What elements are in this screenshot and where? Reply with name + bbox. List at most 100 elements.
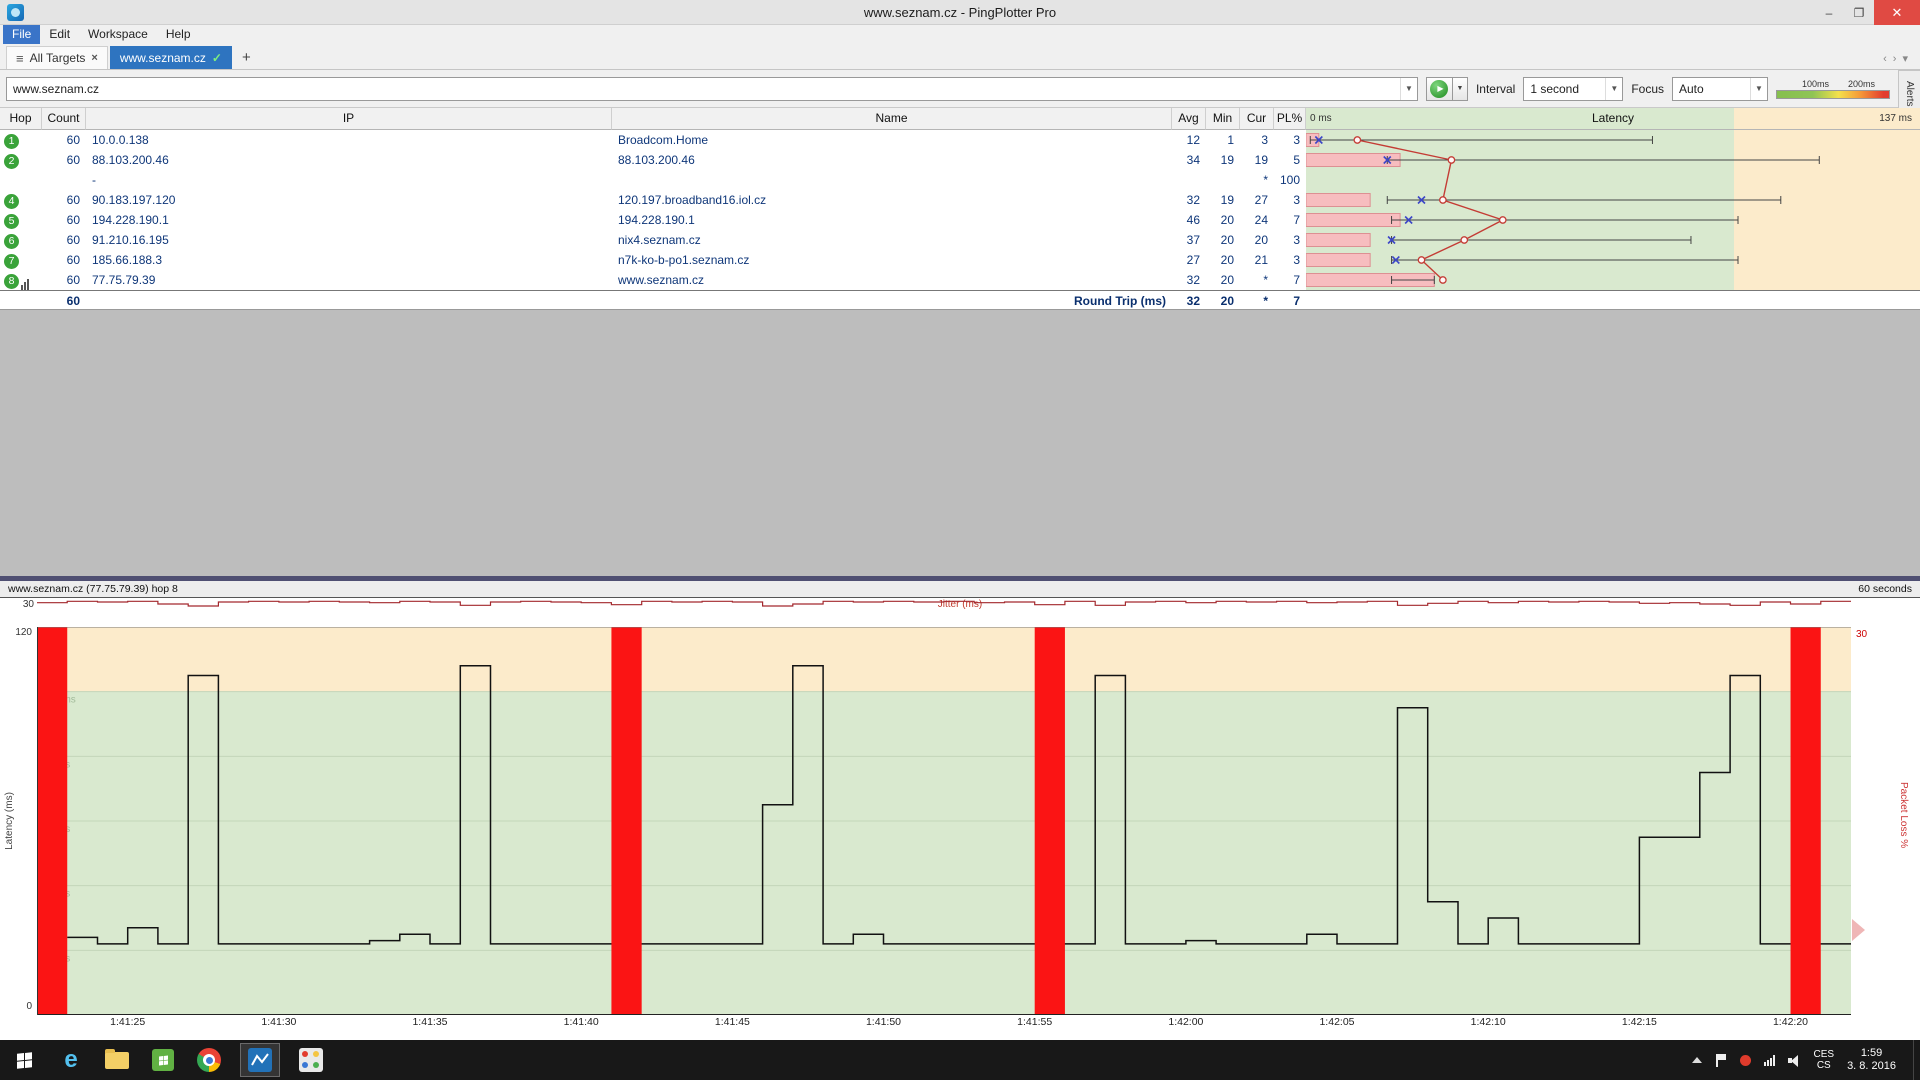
hop-number-badge: 6 [4,234,19,249]
hop-cur: * [1240,170,1274,190]
hop-count [42,170,86,190]
focus-select[interactable]: Auto ▼ [1672,77,1768,101]
hop-name: www.seznam.cz [612,270,1172,290]
column-header-name[interactable]: Name [612,108,1172,130]
focused-hop-graph-icon [21,270,30,290]
column-header-min[interactable]: Min [1206,108,1240,130]
rt-cur: * [1240,291,1268,311]
window-title: www.seznam.cz - PingPlotter Pro [0,5,1920,20]
language-indicator[interactable]: CES CS [1814,1049,1835,1071]
action-center-flag-icon[interactable] [1715,1054,1727,1067]
speaker-icon[interactable] [1788,1054,1801,1066]
hop-hop: 5 [0,210,42,230]
tab-scroll-arrows[interactable]: ‹›▾ [1883,52,1914,65]
column-header-latency[interactable]: Latency [1306,108,1920,130]
timeline-span-label: 60 seconds [1858,583,1912,595]
chevron-down-icon[interactable]: ▼ [1750,78,1767,100]
tab-bar: ≡ All Targets × www.seznam.cz ✓ + ‹›▾ [0,44,1920,70]
hop-ip: 10.0.0.138 [86,130,612,150]
hop-min: 19 [1206,150,1240,170]
focus-label: Focus [1631,82,1664,96]
interval-value: 1 second [1530,82,1579,96]
play-icon: ▶ [1430,80,1448,98]
alerts-label: Alerts [1904,81,1915,107]
rt-label: Round Trip (ms) [612,291,1166,311]
hop-pl: 5 [1274,150,1306,170]
latency-axis-min-label: 0 ms [1310,108,1332,130]
chevron-down-icon[interactable]: ▼ [1400,78,1417,100]
taskbar-clock[interactable]: 1:59 3. 8. 2016 [1847,1047,1896,1073]
chrome-icon[interactable] [194,1045,224,1075]
column-header-count[interactable]: Count [42,108,86,130]
new-tab-button[interactable]: + [234,46,259,69]
interval-label: Interval [1476,82,1515,96]
target-input[interactable]: www.seznam.cz ▼ [6,77,1418,101]
tab-www-seznam-cz[interactable]: www.seznam.cz ✓ [110,46,232,69]
hop-count: 60 [42,210,86,230]
internet-explorer-icon[interactable]: e [56,1045,86,1075]
menu-file[interactable]: File [3,25,40,44]
hop-pl: 3 [1274,250,1306,270]
store-icon[interactable] [148,1045,178,1075]
close-button[interactable]: ✕ [1874,0,1920,25]
hop-hop: 2 [0,150,42,170]
legend-100ms-label: 100ms [1802,79,1829,89]
system-tray: CES CS 1:59 3. 8. 2016 [1692,1040,1920,1080]
hop-avg: 12 [1172,130,1206,150]
tab-all-targets[interactable]: ≡ All Targets × [6,46,108,69]
trace-options-dropdown[interactable]: ▼ [1453,77,1468,101]
menu-help[interactable]: Help [157,25,200,44]
close-tab-icon[interactable]: × [91,52,97,64]
timeline-side-arrow-icon[interactable] [1852,919,1865,941]
hop-min: 1 [1206,130,1240,150]
notification-badge-icon[interactable] [1740,1055,1751,1066]
latency-timeline-chart[interactable]: 20 ms40 ms60 ms80 ms100 ms [37,627,1851,1015]
hop-cur: 27 [1240,190,1274,210]
column-header-avg[interactable]: Avg [1172,108,1206,130]
column-header-hop[interactable]: Hop [0,108,42,130]
hop-hop: 1 [0,130,42,150]
interval-select[interactable]: 1 second ▼ [1523,77,1623,101]
maximize-button[interactable]: ❐ [1844,0,1874,25]
jitter-strip[interactable]: 30 Jitter (ms) [0,597,1920,621]
network-signal-icon[interactable] [1764,1055,1775,1066]
jitter-chart[interactable] [37,599,1851,621]
menu-edit[interactable]: Edit [40,25,79,44]
paint-app-icon[interactable] [296,1045,326,1075]
file-explorer-icon[interactable] [102,1045,132,1075]
legend-200ms-label: 200ms [1848,79,1875,89]
chevron-down-icon[interactable]: ▼ [1605,78,1622,100]
hop-ip: 194.228.190.1 [86,210,612,230]
hop-min: 20 [1206,250,1240,270]
hop-number-badge: 5 [4,214,19,229]
hop-avg: 27 [1172,250,1206,270]
hop-name: 88.103.200.46 [612,150,1172,170]
app-icon [7,4,24,21]
column-header-pl[interactable]: PL% [1274,108,1306,130]
hop-min: 20 [1206,210,1240,230]
column-header-ip[interactable]: IP [86,108,612,130]
time-tick-label: 1:42:00 [1156,1016,1216,1028]
time-axis-labels: 1:41:251:41:301:41:351:41:401:41:451:41:… [37,1016,1851,1030]
pingplotter-icon [248,1048,272,1072]
hop-avg: 32 [1172,270,1206,290]
hop-hop [0,170,42,190]
hop-name: 194.228.190.1 [612,210,1172,230]
pingplotter-taskbar-button[interactable] [240,1043,280,1077]
hop-hop: 6 [0,230,42,250]
column-header-cur[interactable]: Cur [1240,108,1274,130]
rt-avg: 32 [1172,291,1200,311]
start-button[interactable] [0,1040,48,1080]
hop-avg: 32 [1172,190,1206,210]
menu-workspace[interactable]: Workspace [79,25,157,44]
latency-timeline: 120 0 Latency (ms) 20 ms40 ms60 ms80 ms1… [0,627,1920,1015]
show-hidden-icons-icon[interactable] [1692,1057,1702,1063]
show-desktop-button[interactable] [1913,1040,1920,1080]
round-trip-row[interactable]: 60 Round Trip (ms) 32 20 * 7 [0,290,1920,310]
time-tick-label: 1:42:10 [1458,1016,1518,1028]
hop-latency-chart[interactable] [1306,130,1920,290]
minimize-button[interactable]: – [1814,0,1844,25]
start-trace-button[interactable]: ▶ [1426,77,1453,101]
windows-taskbar: e [0,1040,1920,1080]
latency-color-legend: 100ms 200ms [1776,79,1890,99]
